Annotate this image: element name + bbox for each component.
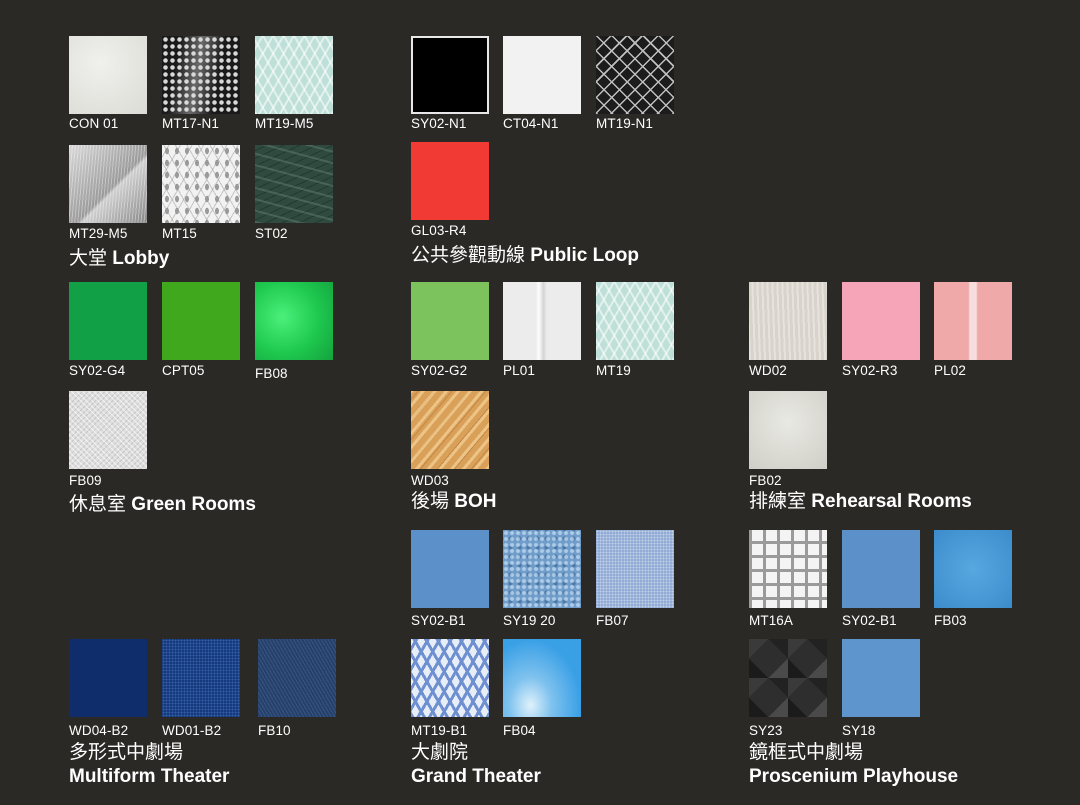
group-title-zh: 公共參觀動線	[411, 245, 526, 266]
group-title-en: Public Loop	[530, 245, 640, 266]
swatch-label: FB10	[258, 723, 291, 738]
swatch-sy02-g4	[69, 282, 147, 360]
swatch-label: MT29-M5	[69, 226, 128, 241]
swatch-label: WD01-B2	[162, 723, 222, 738]
swatch-cpt05	[162, 282, 240, 360]
group-title-zh: 多形式中劇場	[69, 742, 184, 763]
swatch-sy02-g2	[411, 282, 489, 360]
swatch-fb08	[255, 282, 333, 360]
swatch-pl01	[503, 282, 581, 360]
swatch-wd01-b2	[162, 639, 240, 717]
group-title-en: Lobby	[112, 248, 170, 269]
swatch-label: FB07	[596, 613, 629, 628]
group-title: 後場 BOH	[411, 490, 497, 514]
swatch-label: CON 01	[69, 116, 119, 131]
swatch-mt19-m5	[255, 36, 333, 114]
swatch-mt19-n1	[596, 36, 674, 114]
group-title: 排練室 Rehearsal Rooms	[749, 490, 972, 514]
swatch-label: FB03	[934, 613, 967, 628]
swatch-label: WD04-B2	[69, 723, 129, 738]
swatch-label: CT04-N1	[503, 116, 559, 131]
swatch-label: FB08	[255, 366, 288, 381]
group-title-en: Rehearsal Rooms	[811, 491, 972, 512]
swatch-gl03-r4	[411, 142, 489, 220]
swatch-label: SY18	[842, 723, 876, 738]
swatch-label: FB04	[503, 723, 536, 738]
swatch-sy23	[749, 639, 827, 717]
group-title: 休息室 Green Rooms	[69, 493, 256, 517]
swatch-mt16a	[749, 530, 827, 608]
swatch-label: WD03	[411, 473, 449, 488]
swatch-sy19-20	[503, 530, 581, 608]
swatch-fb09	[69, 391, 147, 469]
group-title-zh: 排練室	[749, 491, 807, 512]
swatch-sy18	[842, 639, 920, 717]
swatch-label: MT19-N1	[596, 116, 653, 131]
swatch-sy02-n1	[411, 36, 489, 114]
swatch-label: FB09	[69, 473, 102, 488]
group-title-en: Grand Theater	[411, 766, 541, 787]
swatch-label: FB02	[749, 473, 782, 488]
swatch-label: SY23	[749, 723, 783, 738]
swatch-label: WD02	[749, 363, 787, 378]
swatch-label: MT16A	[749, 613, 794, 628]
group-title-en: Proscenium Playhouse	[749, 766, 959, 787]
swatch-wd04-b2	[69, 639, 147, 717]
swatch-st02	[255, 145, 333, 223]
swatch-mt19	[596, 282, 674, 360]
swatch-label: SY02-N1	[411, 116, 467, 131]
swatch-label: MT19-B1	[411, 723, 468, 738]
group-title-zh: 鏡框式中劇場	[749, 742, 864, 763]
swatch-con01	[69, 36, 147, 114]
swatch-fb03	[934, 530, 1012, 608]
swatch-label: MT19	[596, 363, 631, 378]
group-title-zh: 後場	[411, 491, 450, 512]
swatch-fb04	[503, 639, 581, 717]
group-title: 公共參觀動線 Public Loop	[411, 244, 639, 268]
swatch-wd03	[411, 391, 489, 469]
swatch-mt19-b1	[411, 639, 489, 717]
group-title-en: BOH	[454, 491, 497, 512]
swatch-label: CPT05	[162, 363, 205, 378]
swatch-pl02	[934, 282, 1012, 360]
group-title-en: Multiform Theater	[69, 766, 230, 787]
group-title-zh: 休息室	[69, 494, 127, 515]
swatch-label: MT19-M5	[255, 116, 314, 131]
group-title: 大堂 Lobby	[69, 247, 169, 271]
swatch-fb10	[258, 639, 336, 717]
swatch-sy02-b1	[411, 530, 489, 608]
group-title-zh: 大堂	[69, 248, 108, 269]
swatch-label: SY02-B1	[411, 613, 466, 628]
swatch-label: SY02-G4	[69, 363, 126, 378]
swatch-fb07	[596, 530, 674, 608]
swatch-label: SY02-B1	[842, 613, 897, 628]
swatch-label: MT17-N1	[162, 116, 219, 131]
swatch-sy02-b1	[842, 530, 920, 608]
group-title-en: Green Rooms	[131, 494, 256, 515]
swatch-label: SY02-G2	[411, 363, 468, 378]
swatch-mt15	[162, 145, 240, 223]
swatch-label: SY19 20	[503, 613, 556, 628]
group-title-zh: 大劇院	[411, 742, 469, 763]
swatch-mt29-m5	[69, 145, 147, 223]
swatch-label: GL03-R4	[411, 223, 467, 238]
swatch-label: MT15	[162, 226, 197, 241]
swatch-ct04-n1	[503, 36, 581, 114]
swatch-fb02	[749, 391, 827, 469]
swatch-mt17-n1	[162, 36, 240, 114]
swatch-label: PL01	[503, 363, 535, 378]
swatch-label: SY02-R3	[842, 363, 898, 378]
swatch-wd02	[749, 282, 827, 360]
swatch-label: ST02	[255, 226, 288, 241]
swatch-sy02-r3	[842, 282, 920, 360]
swatch-label: PL02	[934, 363, 966, 378]
